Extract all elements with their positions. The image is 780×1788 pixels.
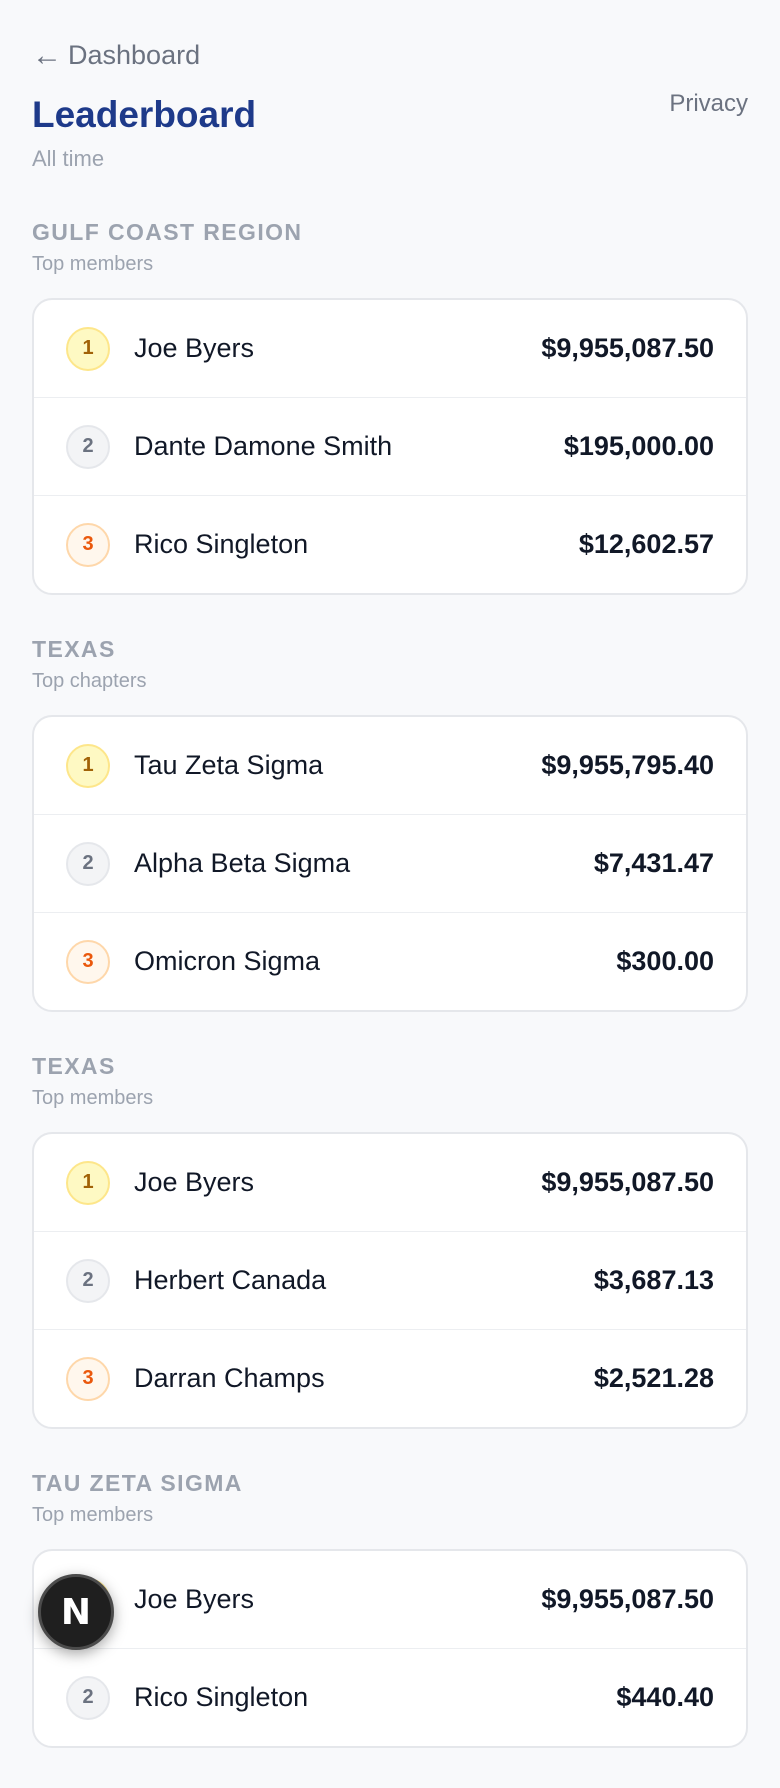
leaderboard-card: 1 Tau Zeta Sigma $9,955,795.40 2 Alpha Beta …: [32, 715, 748, 1012]
entry-name: Dante Damone Smith: [134, 431, 393, 461]
leaderboard-row: 3 Darran Champs $2,521.28: [34, 1329, 746, 1427]
leaderboard-card: 1Joe Byers$9,955,087.502Rico Singleton$4…: [32, 1549, 748, 1748]
leaderboard-card: 1 Joe Byers $9,955,087.50 2 Dante Damone Smi…: [32, 298, 748, 595]
page-subtitle: All time: [32, 146, 105, 171]
back-link-label: Dashboard: [68, 40, 201, 70]
entry-amount: $7,431.47: [593, 848, 714, 878]
leaderboard-row: 2 Herbert Canada $3,687.13: [34, 1231, 746, 1329]
entry-amount: $9,955,087.50: [541, 333, 714, 363]
page-title: Leaderboard: [32, 94, 257, 135]
leaderboard-row: 1 Tau Zeta Sigma $9,955,795.40: [34, 717, 746, 814]
entry-name: Tau Zeta Sigma: [134, 750, 324, 780]
section-title: TEXAS: [32, 1053, 116, 1079]
entry-amount: $2,521.28: [593, 1363, 714, 1393]
entry-name: Joe Byers: [134, 333, 255, 363]
section-title: TAU ZETA SIGMA: [32, 1470, 243, 1496]
rank-badge: 3: [66, 522, 110, 567]
entry-amount: $9,955,087.50: [541, 1584, 714, 1614]
section-subtitle: Top members: [32, 1504, 154, 1526]
rank-badge: 3: [66, 939, 110, 984]
entry-amount: $300.00: [616, 946, 714, 976]
leaderboard-card: 1 Joe Byers $9,955,087.50 2 Herbert Canada $3…: [32, 1132, 748, 1429]
back-arrow-icon: ←: [32, 38, 62, 72]
rank-badge: 1: [66, 1160, 110, 1205]
leaderboard-section: TAU ZETA SIGMATop members1Joe Byers$9,95…: [32, 1469, 748, 1748]
entry-amount: $195,000.00: [563, 431, 714, 461]
leaderboard-row: 2 Rico Singleton $440.40: [34, 1648, 746, 1746]
section-subtitle: Top chapters: [32, 670, 147, 692]
rank-badge: 2: [66, 841, 110, 886]
leaderboard-section: GULF COAST REGION Top members 1 Joe Byers $9…: [32, 218, 748, 595]
leaderboard-row: 3 Rico Singleton $12,602.57: [34, 495, 746, 593]
section-title: GULF COAST REGION: [32, 219, 303, 245]
section-subtitle: Top members: [32, 1087, 154, 1109]
leaderboard-sections: GULF COAST REGION Top members 1 Joe Byers $9…: [32, 218, 748, 1788]
entry-amount: $440.40: [616, 1682, 714, 1712]
leaderboard-section: TEXAS Top members 1 Joe Byers $9,955,087.50 2…: [32, 1052, 748, 1429]
rank-badge: 3: [66, 1356, 110, 1401]
rank-badge: 2: [66, 1258, 110, 1303]
next-logo-icon: N: [60, 1591, 92, 1633]
entry-amount: $9,955,087.50: [541, 1167, 714, 1197]
entry-name: Omicron Sigma: [134, 946, 321, 976]
rank-badge: 2: [66, 1675, 110, 1720]
leaderboard-row: 2 Dante Damone Smith $195,000.00: [34, 397, 746, 495]
section-title: TEXAS: [32, 636, 116, 662]
leaderboard-row: 1Joe Byers$9,955,087.50: [34, 1551, 746, 1648]
leaderboard-row: 3 Omicron Sigma $300.00: [34, 912, 746, 1010]
rank-badge: 1: [66, 326, 110, 371]
leaderboard-row: 2 Alpha Beta Sigma $7,431.47: [34, 814, 746, 912]
entry-name: Rico Singleton: [134, 529, 309, 559]
back-to-dashboard-link[interactable]: ← Dashboard: [32, 40, 200, 71]
rank-badge: 1: [66, 743, 110, 788]
leaderboard-section: TEXAS Top chapters 1 Tau Zeta Sigma $9,955,7…: [32, 635, 748, 1012]
entry-name: Darran Champs: [134, 1363, 325, 1393]
section-subtitle: Top members: [32, 253, 154, 275]
entry-name: Rico Singleton: [134, 1682, 309, 1712]
entry-name: Joe Byers: [134, 1584, 255, 1614]
entry-name: Herbert Canada: [134, 1265, 327, 1295]
privacy-link[interactable]: Privacy: [669, 90, 748, 118]
entry-name: Alpha Beta Sigma: [134, 848, 351, 878]
entry-amount: $3,687.13: [593, 1265, 714, 1295]
leaderboard-row: 1 Joe Byers $9,955,087.50: [34, 300, 746, 397]
entry-name: Joe Byers: [134, 1167, 255, 1197]
next-logo-button[interactable]: N: [38, 1574, 114, 1650]
rank-badge: 2: [66, 424, 110, 469]
entry-amount: $12,602.57: [578, 529, 714, 559]
leaderboard-row: 1 Joe Byers $9,955,087.50: [34, 1134, 746, 1231]
entry-amount: $9,955,795.40: [541, 750, 714, 780]
